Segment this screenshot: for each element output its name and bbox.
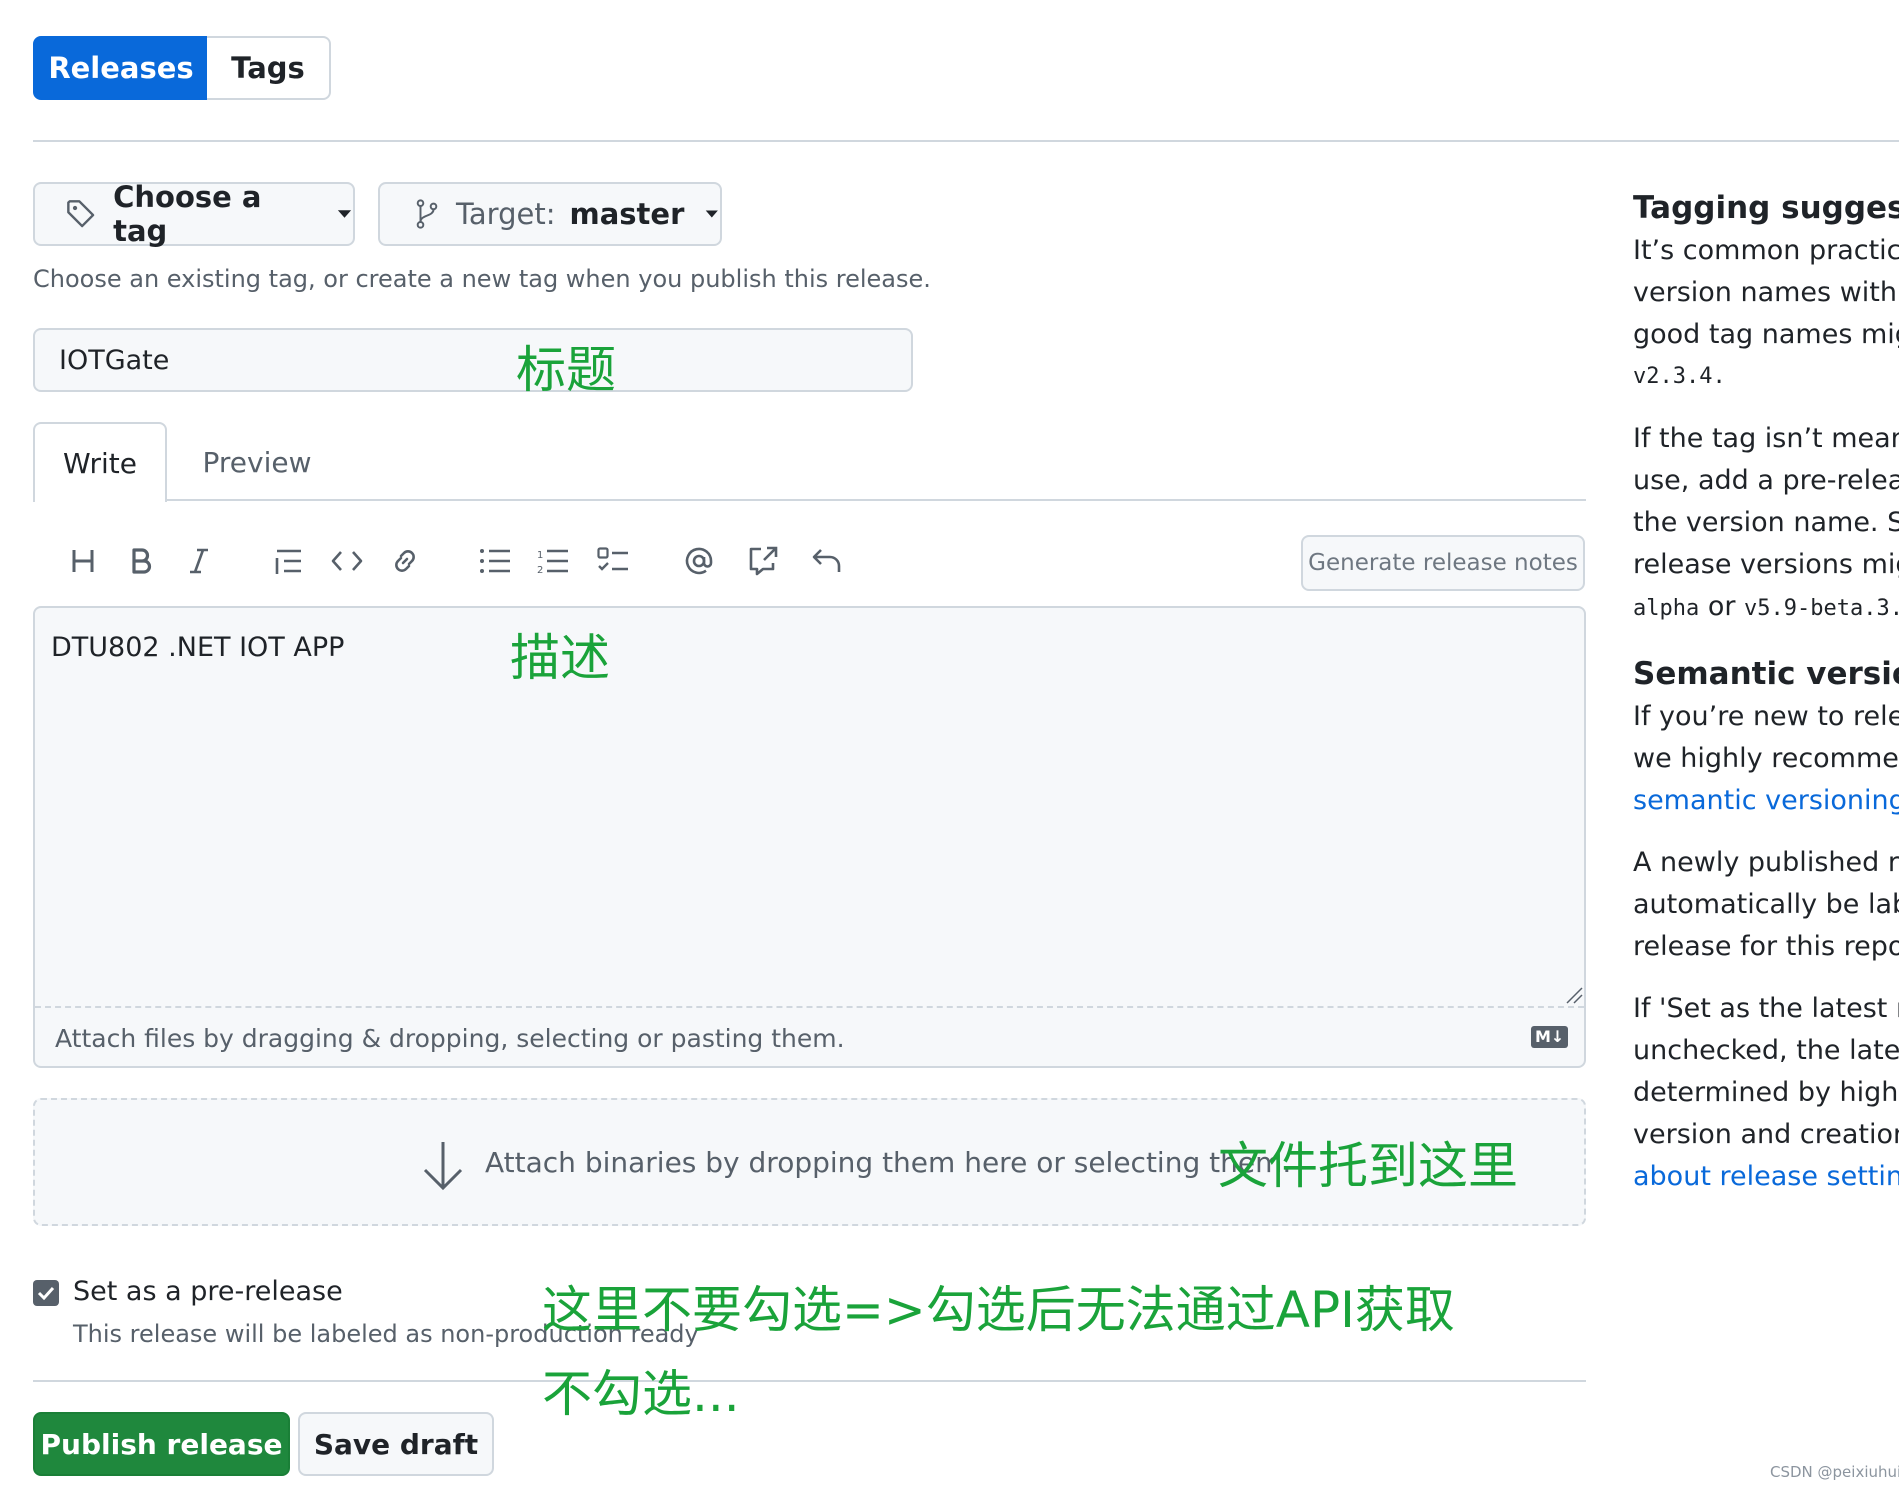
tab-write-label: Write [63,446,137,480]
tab-preview-label: Preview [202,445,312,479]
unordered-list-icon[interactable] [474,540,516,582]
code-alpha: alpha [1633,596,1700,621]
editor-footer: Attach files by dragging & dropping, sel… [35,1006,1584,1066]
resize-handle-icon [1566,987,1583,1004]
publish-release-button[interactable]: Publish release [33,1412,290,1476]
sidebar-p3-line: If you’re new to releas [1633,701,1899,732]
choose-tag-button[interactable]: Choose a tag [33,180,355,248]
save-draft-label: Save draft [313,1427,479,1461]
releases-tab[interactable]: Releases [33,36,209,100]
semver-link[interactable]: semantic versioning. [1633,780,1899,822]
actions-divider [33,1380,1586,1382]
description-text: DTU802 .NET IOT APP [51,632,345,663]
sidebar-p5-line: determined by higher [1633,1077,1899,1108]
sidebar-p1-line: version names with th [1633,277,1899,308]
cross-reference-icon[interactable] [742,540,784,582]
target-branch-button[interactable]: Target: master [378,182,722,246]
description-editor[interactable]: DTU802 .NET IOT APP Attach files by drag… [33,606,1586,1068]
svg-text:2: 2 [537,565,543,575]
sidebar-p4-line: A newly published rel [1633,847,1899,878]
undo-icon[interactable] [806,540,848,582]
tabs-divider [33,499,1586,501]
sidebar-p5-line: version and creation c [1633,1119,1899,1150]
code-icon[interactable] [326,540,368,582]
sidebar-p2-line: release versions migh [1633,549,1899,580]
prerelease-checkbox[interactable] [33,1280,59,1306]
link-icon[interactable] [384,540,426,582]
releases-tab-label: Releases [48,51,194,85]
mention-icon[interactable] [678,540,720,582]
generate-release-notes-label: Generate release notes [1308,550,1578,576]
sidebar-p3-line: we highly recommenc [1633,743,1899,774]
arrow-down-icon [423,1142,463,1191]
tags-tab[interactable]: Tags [207,36,331,100]
generate-release-notes-button[interactable]: Generate release notes [1301,535,1585,591]
attach-files-text: Attach files by dragging & dropping, sel… [55,1024,845,1053]
release-title-input[interactable] [33,328,913,392]
tab-write[interactable]: Write [33,422,167,502]
code-beta: v5.9-beta.3. [1744,596,1899,621]
ordered-list-icon[interactable]: 12 [532,540,574,582]
caret-down-icon [706,210,719,218]
target-value: master [569,197,685,231]
italic-icon[interactable] [178,540,220,582]
attach-binaries-text: Attach binaries by dropping them here or… [485,1146,1292,1179]
sidebar-p4-line: release for this reposi [1633,931,1899,962]
task-list-icon[interactable] [592,540,634,582]
sidebar-p1-code: v2.3.4. [1633,364,1726,389]
prerelease-annotation-line1: 这里不要勾选=>勾选后无法通过API获取 [542,1281,1455,1339]
or-text: or [1707,591,1736,622]
markdown-icon: M↓ [1531,1026,1569,1048]
prerelease-label[interactable]: Set as a pre-release [73,1276,343,1307]
sidebar-p2-line: If the tag isn’t meant [1633,423,1899,454]
binaries-annotation: 文件托到这里 [1218,1137,1518,1195]
target-label: Target: [456,197,556,231]
tagging-title: Tagging suggestio [1633,190,1899,226]
watermark: CSDN @peixiuhui [1770,1463,1899,1481]
sidebar-p5-line: unchecked, the latest [1633,1035,1899,1066]
tags-tab-label: Tags [231,51,305,85]
publish-release-label: Publish release [40,1427,283,1461]
tag-icon [67,200,95,228]
svg-text:1: 1 [537,550,543,561]
tagging-sidebar: Tagging suggestio It’s common practice v… [1633,186,1899,1206]
header-divider [33,140,1899,142]
check-icon [37,1286,55,1300]
bold-icon[interactable] [120,540,162,582]
prerelease-annotation-line2: 不勾选... [542,1365,740,1423]
sidebar-p1-line: good tag names migh [1633,319,1899,350]
save-draft-button[interactable]: Save draft [298,1412,494,1476]
heading-icon[interactable] [62,540,104,582]
sidebar-p1-line: It’s common practice [1633,235,1899,266]
tag-hint: Choose an existing tag, or create a new … [33,265,931,293]
semver-title: Semantic versionin [1633,656,1899,692]
quote-icon[interactable] [268,540,310,582]
caret-down-icon [337,210,352,218]
sidebar-p4-line: automatically be labe [1633,889,1899,920]
sidebar-p5-line: If 'Set as the latest rel [1633,993,1899,1024]
description-annotation: 描述 [510,629,610,687]
title-annotation: 标题 [516,341,616,399]
sidebar-p2-line: use, add a pre-release [1633,465,1899,496]
release-settings-link[interactable]: about release settings [1633,1156,1899,1198]
branch-icon [416,199,438,229]
sidebar-p2-codes: alpha or v5.9-beta.3. [1633,586,1899,630]
tab-preview[interactable]: Preview [167,422,347,502]
choose-tag-label: Choose a tag [113,180,262,248]
sidebar-p2-line: the version name. Sor [1633,507,1899,538]
